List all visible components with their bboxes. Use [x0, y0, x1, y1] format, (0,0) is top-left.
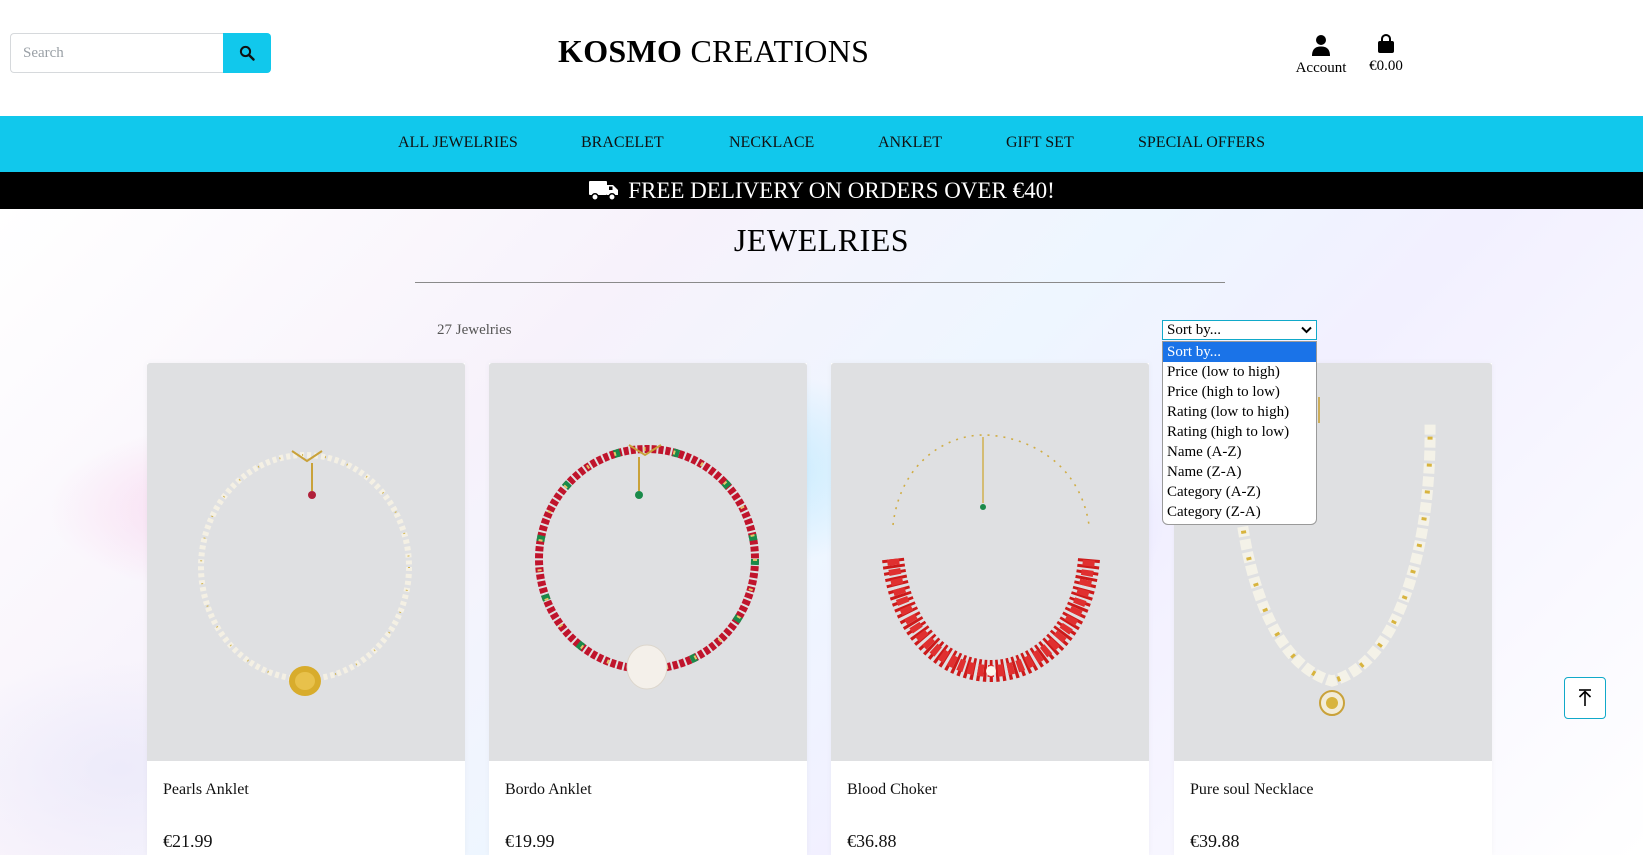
- search-button[interactable]: [223, 33, 271, 73]
- product-image[interactable]: [489, 363, 807, 761]
- sort-option-name-asc[interactable]: Name (A-Z): [1163, 442, 1316, 462]
- sort-option-price-asc[interactable]: Price (low to high): [1163, 362, 1316, 382]
- product-card[interactable]: Blood Choker €36.88: [831, 363, 1149, 855]
- sort-option-rating-asc[interactable]: Rating (low to high): [1163, 402, 1316, 422]
- site-header: KOSMO CREATIONS Account €0.00: [0, 0, 1643, 116]
- nav-item-bracelet[interactable]: BRACELET: [581, 134, 664, 152]
- product-count: 27 Jewelries: [437, 322, 512, 338]
- brand-name-light: CREATIONS: [690, 33, 870, 69]
- delivery-banner: FREE DELIVERY ON ORDERS OVER €40!: [0, 172, 1643, 209]
- page-title: JEWELRIES: [733, 222, 910, 258]
- search-input[interactable]: [10, 33, 223, 73]
- anklet-image: [535, 444, 759, 690]
- product-price: €19.99: [505, 831, 555, 851]
- account-label: Account: [1295, 60, 1347, 76]
- product-card[interactable]: Bordo Anklet €19.99: [489, 363, 807, 855]
- sort-options-list: Sort by... Price (low to high) Price (hi…: [1162, 341, 1317, 525]
- product-name[interactable]: Blood Choker: [847, 781, 937, 799]
- product-name[interactable]: Pearls Anklet: [163, 781, 249, 799]
- anklet-image: [198, 450, 412, 696]
- account-link[interactable]: Account: [1293, 34, 1349, 77]
- banner-text: FREE DELIVERY ON ORDERS OVER €40!: [628, 177, 1055, 203]
- back-to-top-button[interactable]: [1564, 677, 1606, 719]
- sort-option-price-desc[interactable]: Price (high to low): [1163, 382, 1316, 402]
- brand-name-bold: KOSMO: [558, 33, 683, 69]
- sort-option-default[interactable]: Sort by...: [1163, 342, 1316, 362]
- nav-item-anklet[interactable]: ANKLET: [878, 134, 942, 152]
- choker-image: [882, 434, 1100, 683]
- sort-option-name-desc[interactable]: Name (Z-A): [1163, 462, 1316, 482]
- product-price: €36.88: [847, 831, 897, 851]
- nav-item-necklace[interactable]: NECKLACE: [729, 134, 814, 152]
- search-icon: [239, 45, 255, 61]
- shopping-bag-icon: [1378, 34, 1394, 53]
- shopping-bag-link[interactable]: €0.00: [1366, 34, 1406, 75]
- main-nav: ALL JEWELRIES BRACELET NECKLACE ANKLET G…: [0, 116, 1643, 172]
- sort-option-rating-desc[interactable]: Rating (high to low): [1163, 422, 1316, 442]
- sort-selected-value: Sort by...: [1167, 321, 1222, 338]
- bag-total: €0.00: [1369, 58, 1403, 74]
- nav-item-special-offers[interactable]: SPECIAL OFFERS: [1138, 134, 1265, 152]
- chevron-down-icon: [1301, 326, 1312, 334]
- product-name[interactable]: Bordo Anklet: [505, 781, 592, 799]
- user-icon: [1312, 35, 1330, 56]
- search-form: [10, 33, 271, 73]
- sort-select[interactable]: Sort by...: [1162, 320, 1317, 340]
- site-logo[interactable]: KOSMO CREATIONS: [558, 33, 869, 70]
- nav-item-all-jewelries[interactable]: ALL JEWELRIES: [398, 134, 518, 152]
- product-name[interactable]: Pure soul Necklace: [1190, 781, 1314, 799]
- sort-option-category-asc[interactable]: Category (A-Z): [1163, 482, 1316, 502]
- product-price: €21.99: [163, 831, 213, 851]
- title-divider: [415, 282, 1225, 283]
- sort-option-category-desc[interactable]: Category (Z-A): [1163, 502, 1316, 522]
- product-image[interactable]: [831, 363, 1149, 761]
- product-price: €39.88: [1190, 831, 1240, 851]
- truck-icon: [589, 180, 619, 201]
- nav-item-gift-set[interactable]: GIFT SET: [1006, 134, 1074, 152]
- arrow-up-icon: [1578, 689, 1592, 706]
- product-card[interactable]: Pearls Anklet €21.99: [147, 363, 465, 855]
- product-image[interactable]: [147, 363, 465, 761]
